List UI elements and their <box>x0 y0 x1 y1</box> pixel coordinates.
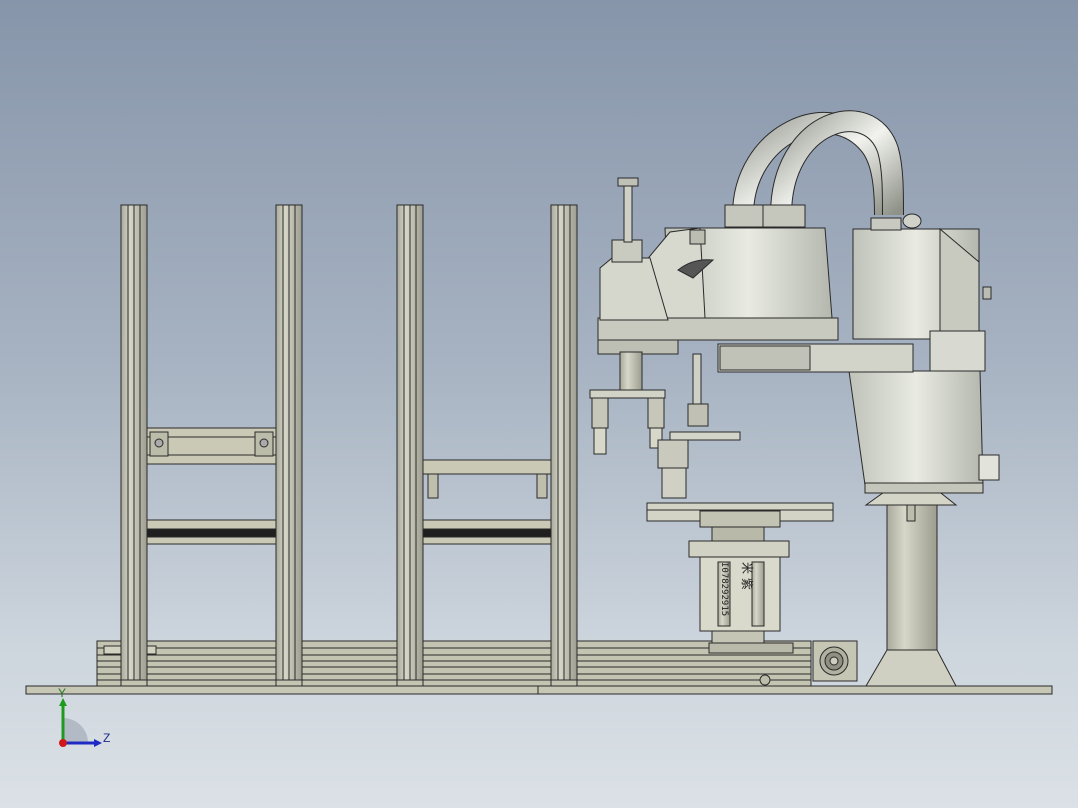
marking-characters: 米 紫 <box>740 562 754 590</box>
servo-motor <box>812 640 858 682</box>
assembly-model-view[interactable]: I078292915 米 紫 <box>0 0 1078 808</box>
left-gripper <box>589 351 666 455</box>
robot-pedestal <box>864 489 958 687</box>
cad-viewport[interactable]: I078292915 米 紫 Y Z <box>0 0 1078 808</box>
coordinate-triad: Y Z <box>50 686 120 758</box>
x-axis-dot <box>59 739 67 747</box>
middle-frame <box>396 204 578 687</box>
cable-conduits <box>732 110 904 216</box>
left-frame <box>120 204 303 687</box>
serial-number-text: I078292915 <box>719 562 729 616</box>
y-axis-label: Y <box>58 686 67 700</box>
linear-rail-frame <box>96 640 812 687</box>
rotary-table <box>646 502 834 654</box>
right-gripper <box>657 353 741 499</box>
base-plate <box>25 685 1053 695</box>
z-axis-label: Z <box>103 731 111 745</box>
